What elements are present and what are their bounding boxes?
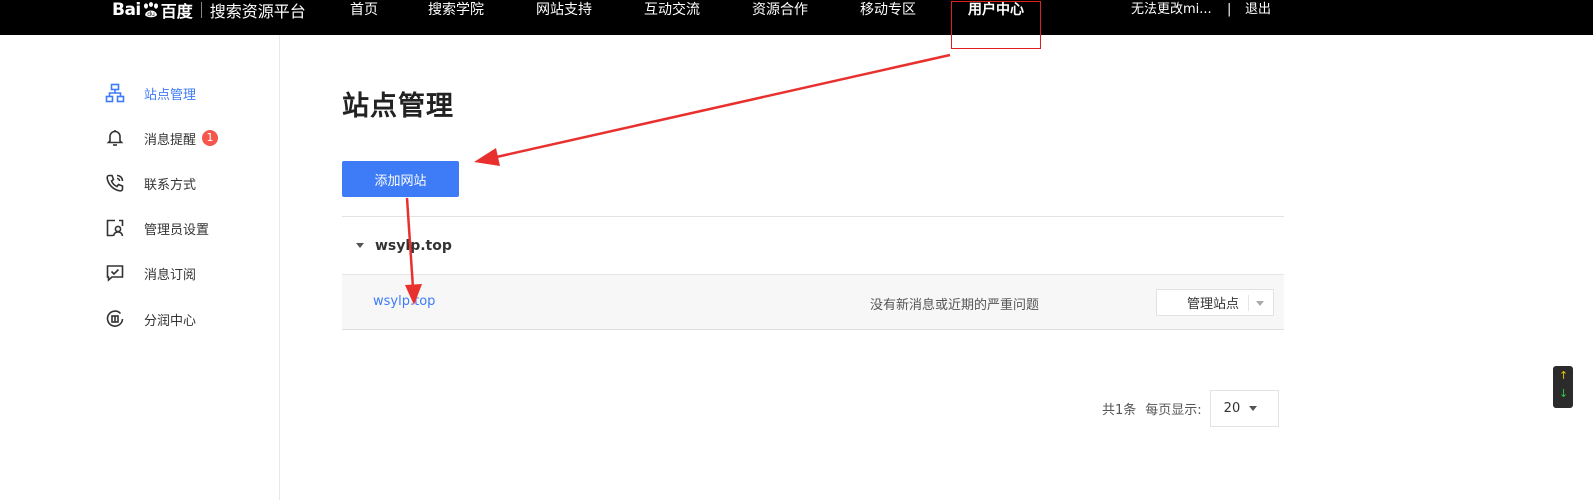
- site-group-name: wsylp.top: [375, 237, 452, 254]
- sidebar-item-label: 分润中心: [144, 313, 197, 329]
- annotation-highlight-box: [951, 1, 1041, 49]
- per-page-label: 每页显示:: [1145, 403, 1202, 418]
- site-row: wsylp.top 没有新消息或近期的严重问题 管理站点: [342, 274, 1284, 330]
- bell-icon: [104, 127, 126, 149]
- annotation-arrowhead: [474, 148, 500, 166]
- site-status-message: 没有新消息或近期的严重问题: [870, 298, 1040, 313]
- sidebar-item-notifications[interactable]: 消息提醒 1: [104, 126, 219, 150]
- nav-resource-cooperation[interactable]: 资源合作: [752, 0, 808, 20]
- sidebar-item-contact[interactable]: 联系方式: [104, 171, 196, 195]
- manage-site-label: 管理站点: [1187, 297, 1240, 312]
- phone-icon: [104, 172, 126, 194]
- admin-settings-icon: [104, 217, 126, 239]
- sidebar-item-admin-settings[interactable]: 管理员设置: [104, 216, 209, 240]
- sidebar-item-site-management[interactable]: 站点管理: [104, 81, 196, 105]
- manage-site-dropdown[interactable]: 管理站点: [1156, 289, 1274, 316]
- username-link[interactable]: 无法更改mi...: [1131, 0, 1212, 20]
- total-count: 共1条: [1102, 403, 1137, 418]
- nav-home[interactable]: 首页: [350, 0, 378, 20]
- sidebar-item-label: 管理员设置: [144, 222, 210, 238]
- platform-name: 搜索资源平台: [209, 2, 306, 21]
- sitemap-icon: [104, 82, 126, 104]
- page-title: 站点管理: [342, 91, 454, 122]
- nav-site-support[interactable]: 网站支持: [536, 0, 592, 20]
- header-separator: |: [1227, 2, 1232, 17]
- sidebar-item-label: 站点管理: [144, 87, 197, 103]
- chevron-down-icon: [1256, 301, 1264, 306]
- sidebar: 站点管理 消息提醒 1 联系方式 管理员设置 消息订阅 分润中心: [0, 35, 280, 500]
- sidebar-item-label: 消息提醒: [144, 132, 197, 148]
- subscribe-icon: [104, 262, 126, 284]
- arrow-up-icon[interactable]: ↑: [1559, 369, 1568, 382]
- site-link[interactable]: wsylp.top: [373, 294, 435, 309]
- arrow-down-icon[interactable]: ↓: [1559, 387, 1568, 400]
- logout-link[interactable]: 退出: [1245, 0, 1271, 20]
- page-size-value: 20: [1223, 401, 1241, 416]
- paw-icon: du: [142, 2, 160, 18]
- add-website-button[interactable]: 添加网站: [342, 161, 459, 197]
- baidu-logo[interactable]: Bai du 百度 搜索资源平台: [112, 0, 306, 21]
- annotation-arrow-to-add-button: [491, 53, 951, 160]
- nav-mobile-zone[interactable]: 移动专区: [860, 0, 916, 20]
- floating-scroll-widget[interactable]: ↑ ↓: [1553, 366, 1573, 408]
- logo-baidu-text: 百度: [160, 2, 193, 21]
- page-size-select[interactable]: 20: [1209, 390, 1279, 427]
- site-group-header[interactable]: wsylp.top: [342, 217, 1284, 274]
- revenue-share-icon: [104, 308, 126, 330]
- top-navigation-bar: Bai du 百度 搜索资源平台 首页 搜索学院 网站支持 互动交流 资源合作 …: [0, 0, 1593, 35]
- sidebar-item-revenue-share[interactable]: 分润中心: [104, 307, 196, 331]
- logo-bai-text: Bai: [112, 0, 141, 20]
- nav-search-academy[interactable]: 搜索学院: [428, 0, 484, 20]
- logo-divider: [200, 2, 202, 18]
- nav-interaction[interactable]: 互动交流: [644, 0, 700, 20]
- notification-badge: 1: [202, 130, 219, 146]
- dropdown-divider: [1248, 295, 1249, 311]
- caret-down-icon[interactable]: [356, 243, 364, 248]
- svg-text:du: du: [147, 11, 155, 18]
- sidebar-item-subscriptions[interactable]: 消息订阅: [104, 261, 196, 285]
- chevron-down-icon: [1248, 406, 1257, 411]
- sidebar-item-label: 联系方式: [144, 177, 197, 193]
- pagination: 共1条 每页显示: 20: [1102, 390, 1279, 427]
- sidebar-item-label: 消息订阅: [144, 267, 197, 283]
